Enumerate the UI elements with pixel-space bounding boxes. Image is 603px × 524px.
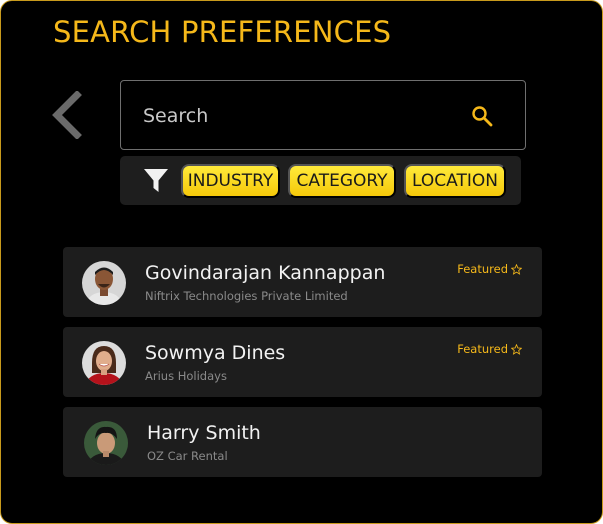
avatar [84,421,128,465]
result-company: Niftrix Technologies Private Limited [145,289,348,303]
star-icon [511,263,522,275]
search-box [120,80,526,150]
result-card[interactable]: Govindarajan Kannappan Niftrix Technolog… [63,247,542,317]
star-icon [511,343,522,355]
search-preferences-panel: SEARCH PREFERENCES INDUSTRY CATEGORY LOC… [0,0,603,524]
result-company: OZ Car Rental [147,449,228,463]
avatar [82,341,126,385]
filter-chip-category[interactable]: CATEGORY [288,164,396,198]
avatar [82,261,126,305]
featured-badge: Featured [457,342,522,356]
featured-label: Featured [457,342,508,356]
filter-chip-industry[interactable]: INDUSTRY [181,164,280,198]
search-input[interactable] [143,101,443,131]
back-chevron-icon[interactable] [51,90,85,140]
result-company: Arius Holidays [145,369,227,383]
result-card[interactable]: Sowmya Dines Arius Holidays Featured [63,327,542,397]
featured-badge: Featured [457,262,522,276]
filter-icon[interactable] [143,168,169,194]
result-name: Harry Smith [147,422,261,444]
filter-chip-location[interactable]: LOCATION [404,164,506,198]
result-card[interactable]: Harry Smith OZ Car Rental [63,407,542,477]
result-name: Govindarajan Kannappan [145,262,386,284]
filter-bar: INDUSTRY CATEGORY LOCATION [120,156,521,205]
result-name: Sowmya Dines [145,342,286,364]
page-title: SEARCH PREFERENCES [53,15,392,49]
search-icon[interactable] [471,105,493,127]
featured-label: Featured [457,262,508,276]
